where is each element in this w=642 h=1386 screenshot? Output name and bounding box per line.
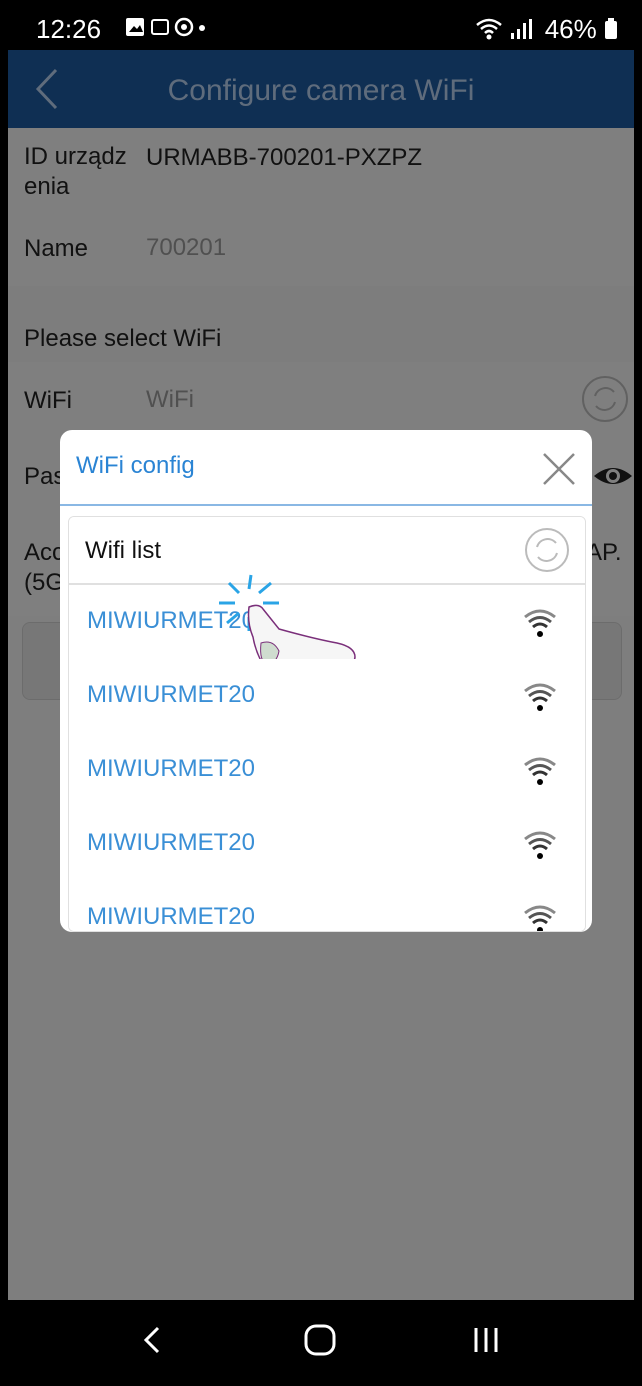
wifi-cell-icons (476, 18, 533, 40)
refresh-list-icon[interactable] (523, 526, 571, 574)
wifi-signal-icon (524, 905, 556, 931)
wifi-list-item[interactable]: MIWIURMET20 (69, 733, 585, 809)
device-frame: 12:26 46% Configure camera WiFi ID urząd… (0, 0, 642, 1386)
nav-back-icon[interactable] (134, 1320, 174, 1360)
battery-icon (605, 18, 617, 39)
wifi-signal-icon (524, 683, 556, 711)
wifi-network-name: MIWIURMET20 (87, 755, 255, 782)
status-bar: 12:26 46% (8, 8, 634, 50)
nav-recents-icon[interactable] (466, 1320, 506, 1360)
wifi-signal-icon (524, 757, 556, 785)
close-icon[interactable] (538, 448, 580, 490)
wifi-list-item[interactable]: MIWIURMET20 (69, 881, 585, 931)
wifi-signal-icon (524, 609, 556, 637)
system-nav-bar (8, 1300, 634, 1378)
wifi-config-dialog: WiFi config Wifi list MIWIURMET20 MIWIUR… (60, 430, 592, 932)
wifi-network-name: MIWIURMET20 (87, 903, 255, 930)
dialog-divider (60, 504, 592, 506)
notification-icons-svg (126, 17, 205, 37)
wifi-list[interactable]: Wifi list MIWIURMET20 MIWIURMET20 MIWIUR… (68, 516, 586, 932)
wifi-list-title: Wifi list (85, 537, 161, 564)
wifi-signal-icon (524, 831, 556, 859)
wifi-network-name: MIWIURMET20 (87, 681, 255, 708)
wifi-list-item[interactable]: MIWIURMET20 (69, 659, 585, 735)
dialog-title: WiFi config (76, 452, 195, 479)
wifi-list-item[interactable]: MIWIURMET20 (69, 807, 585, 883)
wifi-list-item[interactable]: MIWIURMET20 (69, 574, 585, 678)
nav-home-icon[interactable] (300, 1320, 340, 1360)
battery-text: 46% (544, 14, 597, 44)
screen: 12:26 46% Configure camera WiFi ID urząd… (8, 8, 634, 1378)
status-right: 46% (475, 14, 618, 45)
status-time: 12:26 (36, 14, 102, 44)
wifi-network-name: MIWIURMET20 (87, 829, 255, 856)
notification-icons (124, 14, 206, 46)
